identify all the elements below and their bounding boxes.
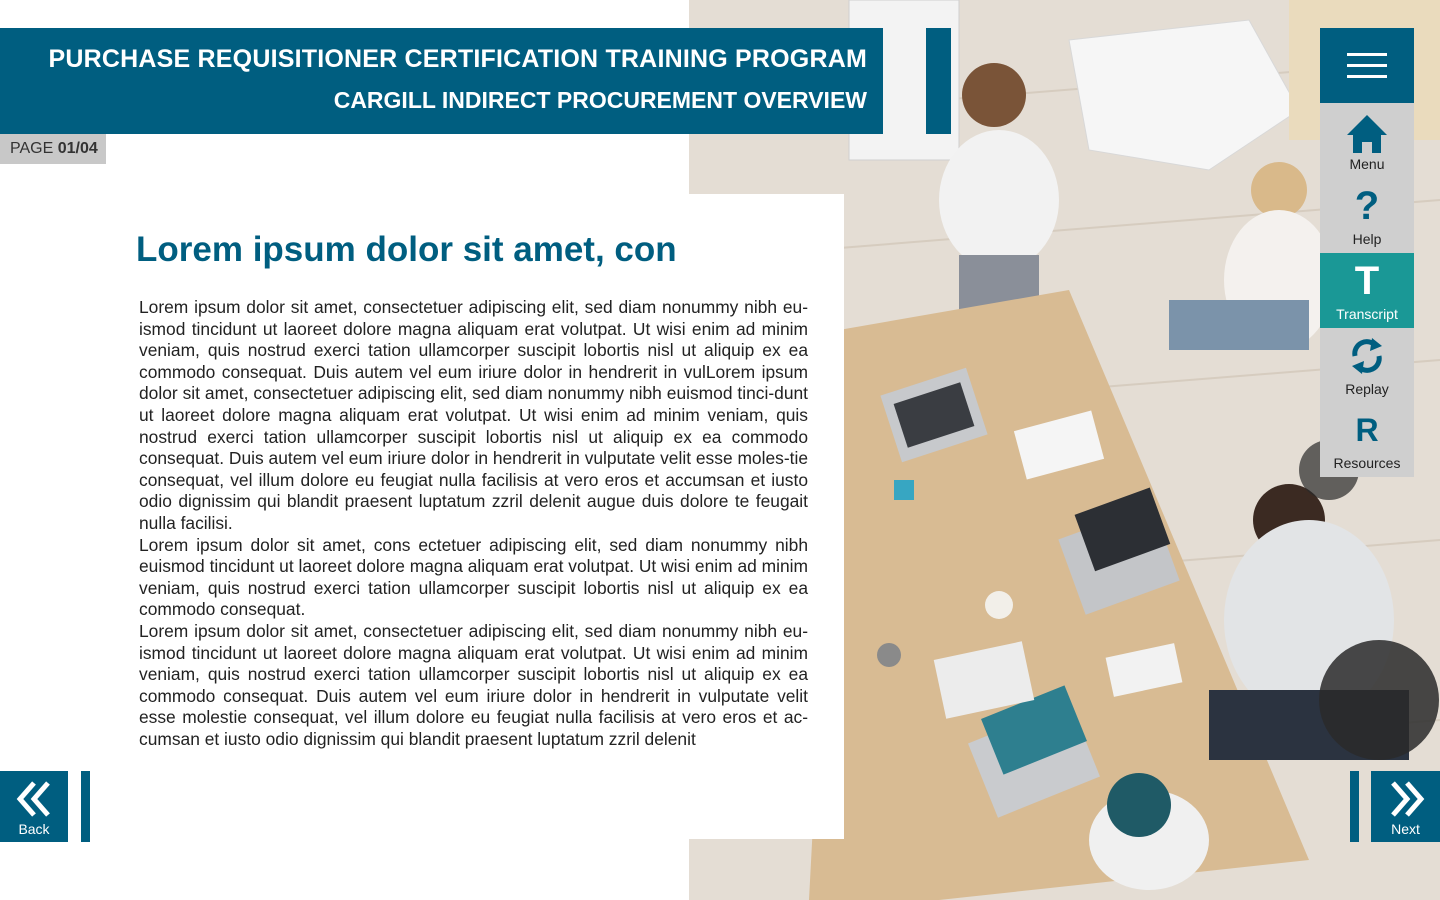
nav-item-replay[interactable]: Replay [1320, 328, 1414, 403]
article-paragraph: Lorem ipsum dolor sit amet, consectetuer… [139, 620, 808, 749]
nav-item-label: Help [1352, 231, 1382, 247]
nav-item-label: Replay [1345, 381, 1389, 397]
page-label: PAGE [10, 140, 54, 157]
next-button[interactable]: Next [1371, 771, 1440, 842]
course-header: PURCHASE REQUISITIONER CERTIFICATION TRA… [0, 28, 883, 134]
article-paragraph: Lorem ipsum dolor sit amet, cons ectetue… [139, 534, 808, 620]
question-icon: ? [1354, 184, 1380, 228]
resources-icon: R [1355, 412, 1379, 448]
course-title: PURCHASE REQUISITIONER CERTIFICATION TRA… [48, 45, 867, 73]
next-label: Next [1391, 821, 1420, 837]
hamburger-menu-button[interactable] [1320, 28, 1414, 103]
header-accent-bar [926, 28, 951, 134]
nav-item-menu[interactable]: Menu [1320, 103, 1414, 178]
nav-item-label: Menu [1349, 156, 1385, 172]
nav-item-label: Resources [1333, 455, 1401, 471]
home-icon [1347, 115, 1387, 153]
hamburger-menu-icon [1347, 53, 1387, 56]
article-title: Lorem ipsum dolor sit amet, con [136, 230, 677, 269]
double-chevron-left-icon [16, 781, 50, 817]
back-label: Back [18, 821, 50, 837]
nav-item-resources[interactable]: R Resources [1320, 402, 1414, 477]
side-navigation: Menu ? Help T Transcript Replay R Resour… [1320, 28, 1414, 477]
nav-item-label: Transcript [1336, 306, 1398, 322]
back-button[interactable]: Back [0, 771, 68, 842]
hamburger-menu-icon [1347, 75, 1387, 78]
double-chevron-right-icon [1391, 781, 1425, 817]
course-subtitle: CARGILL INDIRECT PROCUREMENT OVERVIEW [333, 87, 867, 113]
transcript-icon: T [1354, 259, 1380, 303]
article-body: Lorem ipsum dolor sit amet, consectetuer… [139, 297, 808, 750]
page-number: 01/04 [57, 140, 98, 157]
article-paragraph: Lorem ipsum dolor sit amet, consectetuer… [139, 297, 808, 533]
nav-item-help[interactable]: ? Help [1320, 178, 1414, 253]
nav-item-transcript[interactable]: T Transcript [1320, 253, 1414, 328]
next-accent-bar [1350, 771, 1359, 842]
hamburger-menu-icon [1347, 64, 1387, 67]
page-indicator: PAGE 01/04 [0, 134, 106, 164]
back-accent-bar [81, 771, 90, 842]
replay-icon [1352, 338, 1382, 374]
